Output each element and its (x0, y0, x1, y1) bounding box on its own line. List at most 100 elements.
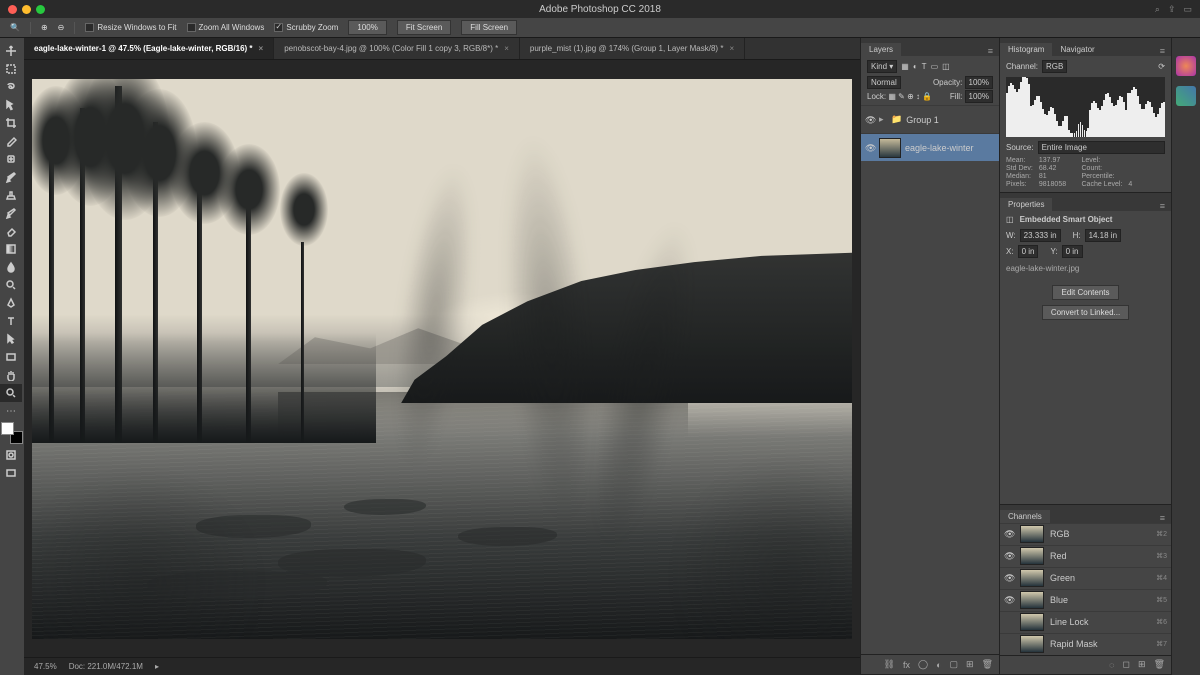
dodge-tool-icon[interactable] (0, 276, 22, 294)
load-selection-icon[interactable]: ◌ (1109, 660, 1114, 670)
scrubby-zoom-checkbox[interactable]: Scrubby Zoom (274, 23, 338, 32)
lasso-tool-icon[interactable] (0, 78, 22, 96)
channel-dropdown[interactable]: RGB (1042, 60, 1067, 73)
chevron-right-icon[interactable]: ▸ (155, 662, 159, 671)
marquee-tool-icon[interactable] (0, 60, 22, 78)
channel-row[interactable]: Rapid Mask⌘7 (1000, 633, 1171, 655)
trash-icon[interactable]: 🗑 (1154, 659, 1165, 670)
fit-screen-button[interactable]: Fit Screen (397, 20, 451, 35)
convert-linked-button[interactable]: Convert to Linked... (1042, 305, 1129, 320)
channel-row[interactable]: Line Lock⌘6 (1000, 611, 1171, 633)
layer-thumbnail[interactable] (879, 138, 901, 158)
zoom-out-icon[interactable]: ⊖ (58, 23, 65, 32)
layer-kind-dropdown[interactable]: Kind ▾ (867, 60, 897, 73)
minimize-window-icon[interactable] (22, 5, 31, 14)
crop-tool-icon[interactable] (0, 114, 22, 132)
visibility-icon[interactable] (1004, 639, 1014, 649)
fx-icon[interactable]: fx (903, 660, 910, 670)
lock-icons[interactable]: ▦ ✎ ⊕ ↕ 🔒 (888, 92, 932, 101)
filter-adjust-icon[interactable]: ◐ (913, 62, 918, 71)
blend-mode-dropdown[interactable]: Normal (867, 76, 901, 89)
eyedropper-tool-icon[interactable] (0, 132, 22, 150)
panel-menu-icon[interactable]: ≡ (1154, 201, 1171, 211)
tab-purple-mist[interactable]: purple_mist (1).jpg @ 174% (Group 1, Lay… (520, 38, 745, 59)
screen-mode-icon[interactable] (0, 464, 22, 482)
shape-tool-icon[interactable] (0, 348, 22, 366)
width-input[interactable]: 23.333 in (1020, 229, 1061, 242)
hand-tool-icon[interactable] (0, 366, 22, 384)
zoom-all-checkbox[interactable]: Zoom All Windows (187, 23, 265, 32)
search-icon[interactable]: ⌕ (1155, 4, 1160, 15)
refresh-icon[interactable]: ⟳ (1158, 62, 1165, 71)
foreground-background-colors[interactable] (1, 422, 23, 444)
channel-row[interactable]: 👁Green⌘4 (1000, 567, 1171, 589)
zoom-level[interactable]: 47.5% (34, 662, 57, 671)
swatches-panel-icon[interactable] (1176, 86, 1196, 106)
source-dropdown[interactable]: Entire Image (1038, 141, 1165, 154)
close-icon[interactable]: × (504, 44, 509, 53)
layer-name[interactable]: Group 1 (906, 115, 939, 125)
close-window-icon[interactable] (8, 5, 17, 14)
filter-smart-icon[interactable]: ◫ (942, 62, 950, 71)
edit-toolbar-icon[interactable]: ⋯ (0, 402, 22, 420)
layer-name[interactable]: eagle-lake-winter (905, 143, 974, 153)
pen-tool-icon[interactable] (0, 294, 22, 312)
path-select-icon[interactable] (0, 330, 22, 348)
maximize-window-icon[interactable] (36, 5, 45, 14)
zoom-in-icon[interactable]: ⊕ (41, 23, 48, 32)
zoom-100-button[interactable]: 100% (348, 20, 386, 35)
visibility-icon[interactable]: 👁 (865, 115, 875, 125)
edit-contents-button[interactable]: Edit Contents (1052, 285, 1118, 300)
fill-input[interactable]: 100% (965, 90, 993, 103)
move-tool-icon[interactable] (0, 42, 22, 60)
mask-icon[interactable]: ◯ (918, 659, 928, 670)
visibility-icon[interactable]: 👁 (1004, 573, 1014, 583)
color-panel-icon[interactable] (1176, 56, 1196, 76)
channel-row[interactable]: 👁Blue⌘5 (1000, 589, 1171, 611)
filter-shape-icon[interactable]: ▭ (931, 62, 939, 71)
panel-menu-icon[interactable]: ≡ (1154, 46, 1171, 56)
visibility-icon[interactable]: 👁 (1004, 595, 1014, 605)
fill-screen-button[interactable]: Fill Screen (461, 20, 517, 35)
close-icon[interactable]: × (729, 44, 734, 53)
save-selection-icon[interactable]: ◻ (1123, 659, 1130, 670)
histogram-tab[interactable]: Histogram (1000, 43, 1052, 56)
canvas[interactable] (24, 60, 860, 657)
visibility-icon[interactable]: 👁 (865, 143, 875, 153)
type-tool-icon[interactable] (0, 312, 22, 330)
height-input[interactable]: 14.18 in (1085, 229, 1121, 242)
quick-select-tool-icon[interactable] (0, 96, 22, 114)
new-channel-icon[interactable]: ⊞ (1138, 659, 1146, 670)
link-layers-icon[interactable]: ⛓ (884, 659, 895, 670)
eraser-tool-icon[interactable] (0, 222, 22, 240)
zoom-tool-icon[interactable] (0, 384, 22, 402)
tab-eagle-lake[interactable]: eagle-lake-winter-1 @ 47.5% (Eagle-lake-… (24, 38, 274, 59)
navigator-tab[interactable]: Navigator (1052, 43, 1102, 56)
layer-group-row[interactable]: 👁▸ 📁 Group 1 (861, 105, 999, 133)
group-icon[interactable]: ▢ (950, 659, 959, 670)
gradient-tool-icon[interactable] (0, 240, 22, 258)
doc-info[interactable]: Doc: 221.0M/472.1M (69, 662, 143, 671)
channels-tab[interactable]: Channels (1000, 510, 1050, 523)
clone-stamp-icon[interactable] (0, 186, 22, 204)
blur-tool-icon[interactable] (0, 258, 22, 276)
visibility-icon[interactable] (1004, 617, 1014, 627)
chevron-right-icon[interactable]: ▸ (879, 114, 887, 125)
properties-tab[interactable]: Properties (1000, 198, 1052, 211)
history-brush-icon[interactable] (0, 204, 22, 222)
resize-windows-checkbox[interactable]: Resize Windows to Fit (85, 23, 176, 32)
x-input[interactable]: 0 in (1018, 245, 1039, 258)
layers-tab[interactable]: Layers (861, 43, 901, 56)
filter-type-icon[interactable]: T (922, 62, 927, 71)
new-layer-icon[interactable]: ⊞ (966, 659, 974, 670)
brush-tool-icon[interactable] (0, 168, 22, 186)
share-icon[interactable]: ⇪ (1168, 4, 1176, 15)
trash-icon[interactable]: 🗑 (982, 659, 993, 670)
channel-row[interactable]: 👁Red⌘3 (1000, 545, 1171, 567)
tab-penobscot[interactable]: penobscot-bay-4.jpg @ 100% (Color Fill 1… (274, 38, 520, 59)
panel-menu-icon[interactable]: ≡ (982, 46, 999, 56)
close-icon[interactable]: × (259, 44, 264, 53)
workspace-icon[interactable]: ▭ (1183, 4, 1192, 15)
adjustment-icon[interactable]: ◐ (936, 660, 941, 670)
quick-mask-icon[interactable] (0, 446, 22, 464)
